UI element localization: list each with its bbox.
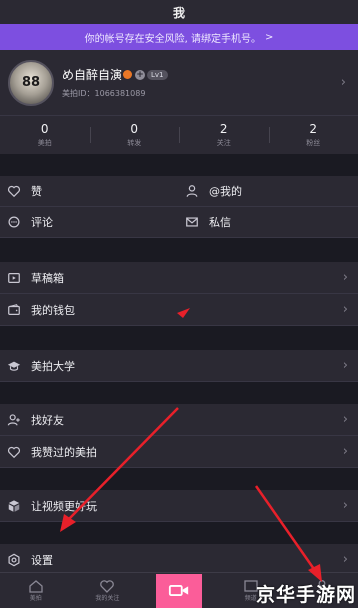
- stat-value: 2: [219, 122, 228, 136]
- heart-icon: [7, 185, 21, 198]
- university-label: 美拍大学: [31, 359, 75, 373]
- heart-icon: [7, 446, 21, 458]
- section-divider: [0, 522, 358, 544]
- better-video-label: 让视频更好玩: [31, 499, 97, 513]
- stat-label: 粉丝: [306, 139, 321, 147]
- drafts-row[interactable]: 草稿箱 ›: [0, 262, 358, 294]
- chevron-right-icon: ›: [342, 412, 348, 427]
- chevron-right-icon: >: [264, 31, 274, 43]
- likes-label: 赞: [31, 185, 42, 198]
- comments-entry[interactable]: 评论: [0, 207, 179, 238]
- basketball-icon: [123, 70, 133, 79]
- plus-badge-icon: +: [135, 69, 146, 80]
- settings-label: 设置: [31, 553, 53, 567]
- cube-icon: [8, 499, 20, 512]
- stat-reposts[interactable]: 0 转发: [89, 116, 180, 154]
- chevron-right-icon: ›: [342, 552, 348, 567]
- university-row[interactable]: 美拍大学 ›: [0, 350, 358, 382]
- level-badge: Lv1: [147, 69, 168, 80]
- activity-grid: 赞 @我的 评论 私信: [0, 176, 358, 238]
- section-divider: [0, 238, 358, 262]
- chevron-right-icon: ›: [342, 270, 348, 285]
- avatar-jersey-number: 88: [21, 75, 41, 90]
- tab-channels-label: 频道: [244, 595, 257, 602]
- section-divider: [0, 468, 358, 490]
- chevron-right-icon: ›: [342, 498, 348, 513]
- chevron-right-icon: ›: [342, 358, 348, 373]
- liked-videos-label: 我赞过的美拍: [31, 445, 97, 459]
- wallet-label: 我的钱包: [31, 303, 75, 317]
- find-friends-row[interactable]: 找好友 ›: [0, 404, 358, 436]
- add-person-icon: [7, 413, 20, 426]
- stat-fans[interactable]: 2 粉丝: [268, 116, 358, 154]
- chevron-right-icon: ›: [340, 75, 346, 90]
- stat-label: 美拍: [37, 139, 52, 147]
- home-icon: [29, 580, 43, 593]
- stat-posts[interactable]: 0 美拍: [0, 116, 90, 154]
- profile-card[interactable]: 88 め自醉自演 + Lv1 美拍ID：1066381089 ›: [0, 50, 358, 116]
- gear-icon: [8, 553, 20, 566]
- warning-text: 你的帐号存在安全风险, 请绑定手机号。: [84, 33, 261, 45]
- wallet-row[interactable]: 我的钱包 ›: [0, 294, 358, 326]
- stat-following[interactable]: 2 关注: [179, 116, 269, 154]
- comment-icon: [8, 216, 20, 228]
- likes-entry[interactable]: 赞: [0, 176, 179, 207]
- graduation-cap-icon: [7, 361, 21, 371]
- chevron-right-icon: ›: [342, 302, 348, 317]
- messages-label: 私信: [209, 216, 231, 229]
- heart-icon: [100, 580, 115, 593]
- better-video-row[interactable]: 让视频更好玩 ›: [0, 490, 358, 522]
- tab-following[interactable]: 我的关注: [72, 579, 144, 602]
- section-divider: [0, 326, 358, 350]
- mentions-label: @我的: [209, 185, 242, 198]
- tab-camera[interactable]: [143, 573, 215, 608]
- drafts-label: 草稿箱: [31, 271, 64, 285]
- top-title-bar: 我: [0, 0, 358, 24]
- tab-home[interactable]: 美拍: [0, 579, 72, 602]
- wallet-icon: [8, 303, 20, 315]
- camera-button[interactable]: [155, 573, 202, 608]
- page-title: 我: [172, 5, 185, 20]
- video-camera-icon: [168, 585, 189, 596]
- stat-value: 2: [309, 122, 318, 136]
- liked-videos-row[interactable]: 我赞过的美拍 ›: [0, 436, 358, 468]
- mentions-entry[interactable]: @我的: [179, 176, 358, 207]
- tab-home-label: 美拍: [29, 595, 42, 602]
- stat-value: 0: [130, 122, 139, 136]
- profile-name: め自醉自演: [62, 68, 123, 82]
- profile-id: 美拍ID：1066381089: [62, 89, 146, 98]
- stat-label: 转发: [127, 139, 142, 147]
- find-friends-label: 找好友: [31, 413, 64, 427]
- mail-icon: [186, 217, 198, 227]
- stat-value: 0: [40, 122, 49, 136]
- tab-following-label: 我的关注: [95, 595, 120, 602]
- section-divider: [0, 154, 358, 176]
- comments-label: 评论: [31, 216, 53, 229]
- chevron-right-icon: ›: [342, 444, 348, 459]
- messages-entry[interactable]: 私信: [179, 207, 358, 238]
- person-icon: [186, 185, 198, 197]
- watermark: 京华手游网: [255, 584, 356, 606]
- section-divider: [0, 382, 358, 404]
- stats-bar: 0 美拍 0 转发 2 关注 2 粉丝: [0, 116, 358, 154]
- stat-label: 关注: [216, 139, 231, 147]
- drafts-icon: [8, 272, 20, 283]
- security-warning-banner[interactable]: 你的帐号存在安全风险, 请绑定手机号。 >: [0, 24, 358, 50]
- avatar[interactable]: 88: [8, 59, 54, 106]
